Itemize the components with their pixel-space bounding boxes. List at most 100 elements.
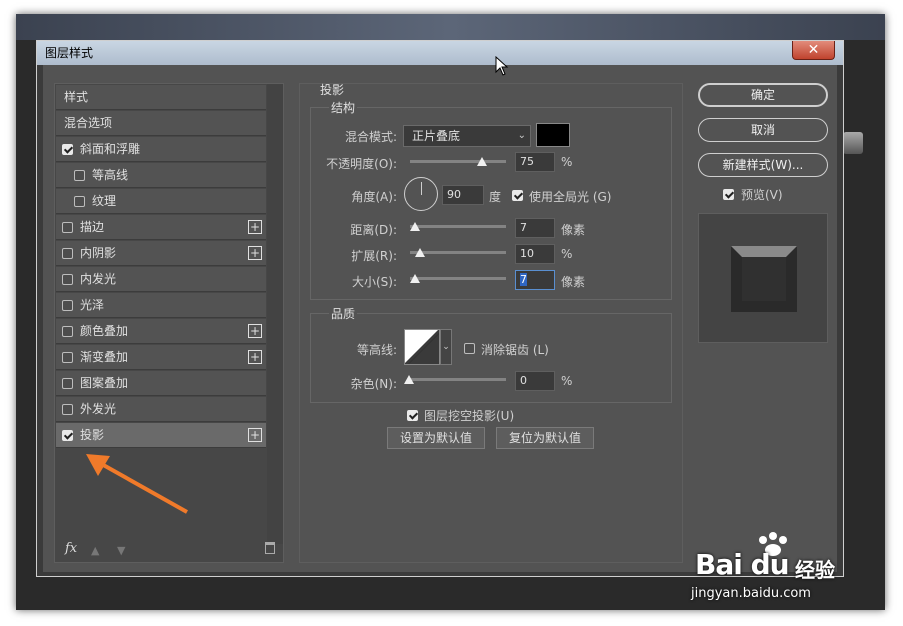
noise-slider-track[interactable] [410,378,506,381]
style-list-item[interactable]: 纹理 [56,189,266,214]
contour-dropdown[interactable]: ⌄ [440,329,452,365]
size-slider-thumb[interactable] [410,274,420,283]
style-list-item[interactable]: 描边 + [56,215,266,240]
contour-preview[interactable] [404,329,440,365]
size-unit: 像素 [561,275,586,289]
style-list-item[interactable]: 图案叠加 [56,371,266,396]
style-checkbox[interactable] [62,326,73,337]
angle-input[interactable]: 90 [442,185,484,205]
style-item-label: 样式 [64,90,89,104]
size-slider-track[interactable] [410,277,506,280]
preview-label: 预览(V) [741,188,783,202]
noise-label: 杂色(N): [350,377,397,391]
opacity-slider-thumb[interactable] [477,157,487,166]
style-item-label: 颜色叠加 [80,324,129,338]
distance-unit: 像素 [561,223,586,237]
style-checkbox[interactable] [62,248,73,259]
style-checkbox[interactable] [74,170,85,181]
style-list-item[interactable]: 外发光 [56,397,266,422]
background-knob [843,132,863,154]
reset-default-button[interactable]: 复位为默认值 [496,427,594,449]
close-button[interactable]: ✕ [792,41,835,60]
style-item-label: 图案叠加 [80,376,129,390]
style-list-item[interactable]: 等高线 [56,163,266,188]
noise-slider-thumb[interactable] [404,375,414,384]
distance-slider-thumb[interactable] [410,222,420,231]
trash-icon[interactable] [265,542,275,554]
knockout-checkbox[interactable] [407,410,418,421]
style-list-item[interactable]: 内发光 [56,267,266,292]
style-checkbox[interactable] [62,352,73,363]
add-effect-icon[interactable]: + [248,428,262,442]
style-list-scrollbar[interactable] [267,84,283,544]
style-checkbox[interactable] [62,274,73,285]
watermark-brand: Bai du [695,548,790,581]
chevron-down-icon: ⌄ [442,342,450,352]
quality-title: 品质 [329,305,358,322]
style-checkbox[interactable] [62,222,73,233]
ok-button[interactable]: 确定 [698,83,828,107]
watermark-url: jingyan.baidu.com [691,586,811,601]
add-effect-icon[interactable]: + [248,246,262,260]
shadow-color-swatch[interactable] [536,123,570,147]
style-checkbox[interactable] [74,196,85,207]
spread-unit: % [561,247,573,261]
mouse-cursor-icon [495,56,509,76]
style-checkbox[interactable] [62,378,73,389]
add-effect-icon[interactable]: + [248,324,262,338]
dialog-title: 图层样式 [45,46,94,60]
opacity-input[interactable]: 75 [515,152,555,172]
watermark-extra: 经验 [795,558,835,582]
style-list-item[interactable]: 光泽 [56,293,266,318]
fx-icon[interactable]: fx [65,541,77,556]
blend-mode-label: 混合模式: [344,130,397,144]
anti-alias-label: 消除锯齿 (L) [481,343,549,357]
style-list-item[interactable]: 斜面和浮雕 [56,137,266,162]
style-item-label: 等高线 [92,168,129,182]
angle-dial-icon[interactable] [404,177,438,211]
chevron-down-icon: ⌄ [517,130,526,141]
style-checkbox[interactable] [62,144,73,155]
style-checkbox[interactable] [62,404,73,415]
style-list-item[interactable]: 投影 + [56,423,266,448]
style-list-item[interactable]: 混合选项 [56,111,266,136]
section-title: 投影 [320,83,345,97]
anti-alias-checkbox[interactable] [464,343,475,354]
global-light-checkbox[interactable] [512,190,523,201]
style-item-label: 混合选项 [64,116,113,130]
add-effect-icon[interactable]: + [248,220,262,234]
preview-thumbnail [731,246,797,312]
style-list-item[interactable]: 样式 [56,85,266,110]
style-preview [698,213,828,343]
size-input[interactable]: 7 [515,270,555,290]
structure-group: 结构 混合模式: 正片叠底 ⌄ 不透明度(O): 75 % 角度(A): 90 … [310,99,672,300]
style-list-footer: fx ▲ ▼ [55,538,283,562]
structure-title: 结构 [329,99,358,116]
style-list-item[interactable]: 内阴影 + [56,241,266,266]
spread-slider-thumb[interactable] [415,248,425,257]
style-list-item[interactable]: 颜色叠加 + [56,319,266,344]
distance-input[interactable]: 7 [515,218,555,238]
style-list-item[interactable]: 渐变叠加 + [56,345,266,370]
spread-label: 扩展(R): [351,249,397,263]
blend-mode-value: 正片叠底 [412,129,461,143]
new-style-button[interactable]: 新建样式(W)... [698,153,828,177]
make-default-button[interactable]: 设置为默认值 [387,427,485,449]
add-effect-icon[interactable]: + [248,350,262,364]
opacity-slider-track[interactable] [410,160,506,163]
opacity-label: 不透明度(O): [326,157,397,171]
style-item-label: 内发光 [80,272,117,286]
style-checkbox[interactable] [62,300,73,311]
close-icon: ✕ [807,42,820,58]
style-item-label: 内阴影 [80,246,117,260]
blend-mode-select[interactable]: 正片叠底 ⌄ [403,125,531,147]
move-up-icon[interactable]: ▲ [91,544,101,557]
distance-slider-track[interactable] [410,225,506,228]
angle-label: 角度(A): [351,190,397,204]
preview-checkbox[interactable] [723,189,734,200]
cancel-button[interactable]: 取消 [698,118,828,142]
style-checkbox[interactable] [62,430,73,441]
noise-input[interactable]: 0 [515,371,555,391]
move-down-icon[interactable]: ▼ [117,544,127,557]
spread-input[interactable]: 10 [515,244,555,264]
